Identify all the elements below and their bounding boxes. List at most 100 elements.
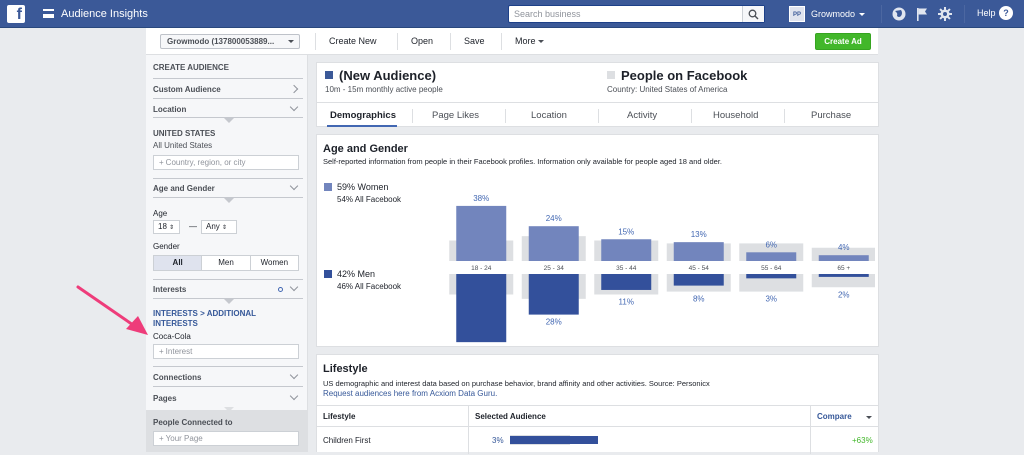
divider [397, 33, 398, 50]
divider [153, 178, 303, 179]
compare-sub: Country: United States of America [607, 85, 728, 94]
gender-women-button[interactable]: Women [251, 256, 298, 270]
help-link[interactable]: Help [977, 8, 996, 18]
age-gender-panel: Age and Gender Self-reported information… [316, 134, 879, 347]
compare-title: People on Facebook [621, 68, 748, 83]
women-data-label: 4% [838, 243, 850, 252]
open-button[interactable]: Open [411, 36, 433, 46]
avatar: PP [789, 6, 805, 22]
compare-sort-button[interactable]: Compare [817, 412, 852, 421]
flag-icon[interactable] [914, 6, 930, 22]
age-gender-title: Age and Gender [323, 143, 408, 155]
row-pct: 3% [492, 436, 504, 445]
category-band [435, 261, 875, 274]
women-bar [528, 226, 579, 261]
age-min-value: 18 [158, 222, 167, 231]
men-bar [456, 274, 507, 343]
interests-section[interactable]: Interests [153, 285, 186, 294]
country-input[interactable]: + Country, region, or city [153, 155, 299, 170]
category-tick-label: 65 + [837, 265, 850, 272]
divider [153, 386, 303, 387]
divider [964, 5, 965, 23]
lifestyle-panel: Lifestyle US demographic and interest da… [316, 354, 879, 455]
women-data-label: 15% [618, 227, 634, 236]
divider [598, 109, 599, 123]
divider [153, 98, 303, 99]
gender-all-button[interactable]: All [154, 256, 203, 270]
section-pointer [224, 118, 234, 123]
chevron-down-icon[interactable] [289, 282, 299, 292]
gender-men-button[interactable]: Men [202, 256, 251, 270]
divider [412, 109, 413, 123]
tab-page-likes[interactable]: Page Likes [432, 110, 479, 121]
age-min-select[interactable]: 18 ⇕ [153, 220, 180, 234]
top-bar: f Audience Insights PP Growmodo Help ? [0, 0, 1024, 28]
connections-section[interactable]: Connections [153, 373, 201, 382]
interest-value: Coca-Cola [153, 332, 191, 341]
page-placeholder: Your Page [165, 434, 203, 443]
help-icon[interactable]: ? [999, 6, 1013, 20]
age-gender-description: Self-reported information from people in… [323, 157, 722, 166]
chevron-right-icon[interactable] [289, 84, 299, 94]
globe-icon[interactable] [891, 6, 907, 22]
pages-section[interactable]: Pages [153, 394, 177, 403]
chevron-down-icon[interactable] [289, 102, 299, 112]
audience-select-value: Growmodo (137800053889... [167, 37, 275, 46]
acxiom-link[interactable]: Request audiences here from Acxiom Data … [323, 389, 497, 398]
info-dot-icon[interactable] [278, 287, 283, 292]
page-input[interactable]: + Your Page [153, 431, 299, 446]
compare-color-swatch [607, 71, 615, 79]
tab-demographics[interactable]: Demographics [330, 110, 396, 121]
women-legend-label: 59% Women [337, 182, 389, 192]
stepper-icon: ⇕ [169, 225, 175, 231]
interests-breadcrumb[interactable]: INTERESTS > ADDITIONAL INTERESTS [153, 309, 273, 329]
save-button[interactable]: Save [464, 36, 485, 46]
search-button[interactable] [742, 6, 764, 22]
age-max-select[interactable]: Any ⇕ [201, 220, 237, 234]
gear-icon[interactable] [937, 6, 953, 22]
chevron-down-icon [288, 40, 294, 43]
stepper-icon: ⇕ [222, 225, 228, 231]
row-compare: +63% [852, 436, 873, 445]
audience-header-panel: (New Audience) 10m - 15m monthly active … [316, 62, 879, 127]
create-ad-button[interactable]: Create Ad [815, 33, 871, 50]
men-data-label: 8% [693, 295, 705, 304]
chevron-down-icon[interactable] [289, 370, 299, 380]
table-row[interactable]: Children First 3% +63% [317, 427, 879, 455]
tab-purchase[interactable]: Purchase [811, 110, 851, 121]
tab-activity[interactable]: Activity [627, 110, 657, 121]
active-tab-underline [327, 125, 397, 127]
women-bar [818, 255, 869, 261]
age-gender-chart: 38%47%24%28%15%11%13%8%6%3%4%2%18 - 2425… [435, 194, 875, 343]
audience-select[interactable]: Growmodo (137800053889... [160, 34, 300, 49]
gender-label: Gender [153, 242, 180, 251]
app-title[interactable]: Audience Insights [61, 8, 148, 20]
category-tick-label: 25 - 34 [544, 265, 565, 272]
chevron-down-icon[interactable] [289, 181, 299, 191]
more-button[interactable]: More [515, 36, 545, 46]
custom-audience-section[interactable]: Custom Audience [153, 85, 221, 94]
men-legend-swatch [324, 270, 332, 278]
toolbar: Growmodo (137800053889... Create New Ope… [146, 28, 878, 55]
lifestyle-title: Lifestyle [323, 363, 368, 375]
women-legend-swatch [324, 183, 332, 191]
chevron-down-icon[interactable] [289, 391, 299, 401]
category-tick-label: 18 - 24 [471, 265, 492, 272]
tab-location[interactable]: Location [531, 110, 567, 121]
country-sub: All United States [153, 141, 213, 150]
category-tick-label: 55 - 64 [761, 265, 782, 272]
menu-icon[interactable] [43, 9, 54, 18]
create-new-button[interactable]: Create New [329, 36, 377, 46]
account-menu[interactable]: PP Growmodo [789, 6, 866, 22]
category-tick-label: 35 - 44 [616, 265, 637, 272]
audience-color-swatch [325, 71, 333, 79]
interest-input[interactable]: + Interest [153, 344, 299, 359]
search-input[interactable] [509, 6, 739, 22]
facebook-logo-icon[interactable]: f [7, 5, 25, 23]
search-box[interactable] [508, 5, 765, 23]
chevron-down-icon[interactable] [866, 416, 872, 419]
tab-household[interactable]: Household [713, 110, 758, 121]
location-section[interactable]: Location [153, 105, 186, 114]
age-gender-section[interactable]: Age and Gender [153, 184, 215, 193]
lifestyle-table: Lifestyle Selected Audience Compare Chil… [317, 405, 879, 455]
